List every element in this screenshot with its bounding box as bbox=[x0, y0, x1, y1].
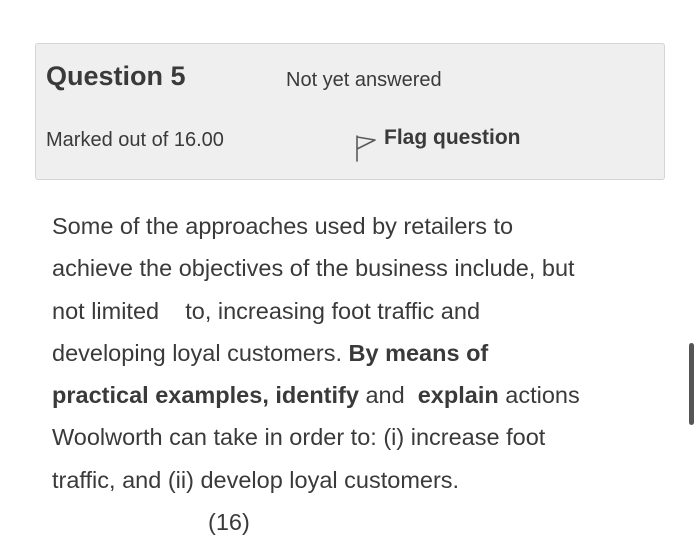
flag-question-label[interactable]: Flag question bbox=[384, 126, 521, 150]
question-text-plain: developing loyal customers. bbox=[52, 339, 349, 366]
question-text-bold: explain bbox=[417, 382, 499, 409]
question-number-heading: Question 5 bbox=[46, 61, 186, 92]
flag-icon[interactable] bbox=[354, 134, 378, 162]
question-text-bold: practical examples, identify bbox=[52, 382, 359, 409]
question-text-plain: and bbox=[358, 382, 418, 409]
question-text-plain: actions bbox=[498, 382, 580, 409]
question-text-bold: By means of bbox=[348, 339, 489, 366]
question-line: traffic, and (ii) develop loyal customer… bbox=[52, 466, 460, 493]
question-line: Some of the approaches used by retailers… bbox=[52, 213, 514, 239]
question-info-panel: Question 5 Not yet answered Marked out o… bbox=[35, 43, 665, 180]
question-grade: Marked out of 16.00 bbox=[46, 129, 224, 151]
question-line: practical examples, identify and explain… bbox=[52, 374, 662, 416]
question-text: Some of the approaches used by retailers… bbox=[52, 205, 662, 501]
scrollbar-thumb[interactable] bbox=[689, 343, 694, 425]
flag-question-button[interactable]: Flag question bbox=[354, 126, 521, 162]
question-label: Question bbox=[46, 61, 164, 91]
question-state: Not yet answered bbox=[286, 69, 442, 91]
question-number: 5 bbox=[170, 61, 186, 91]
question-marks: (16) bbox=[208, 509, 250, 535]
question-line: achieve the objectives of the business i… bbox=[52, 255, 575, 282]
question-line: Woolworth can take in order to: (i) incr… bbox=[52, 424, 546, 451]
question-line: not limited to, increasing foot traffic … bbox=[52, 297, 481, 324]
question-line: developing loyal customers. By means of bbox=[52, 332, 662, 374]
